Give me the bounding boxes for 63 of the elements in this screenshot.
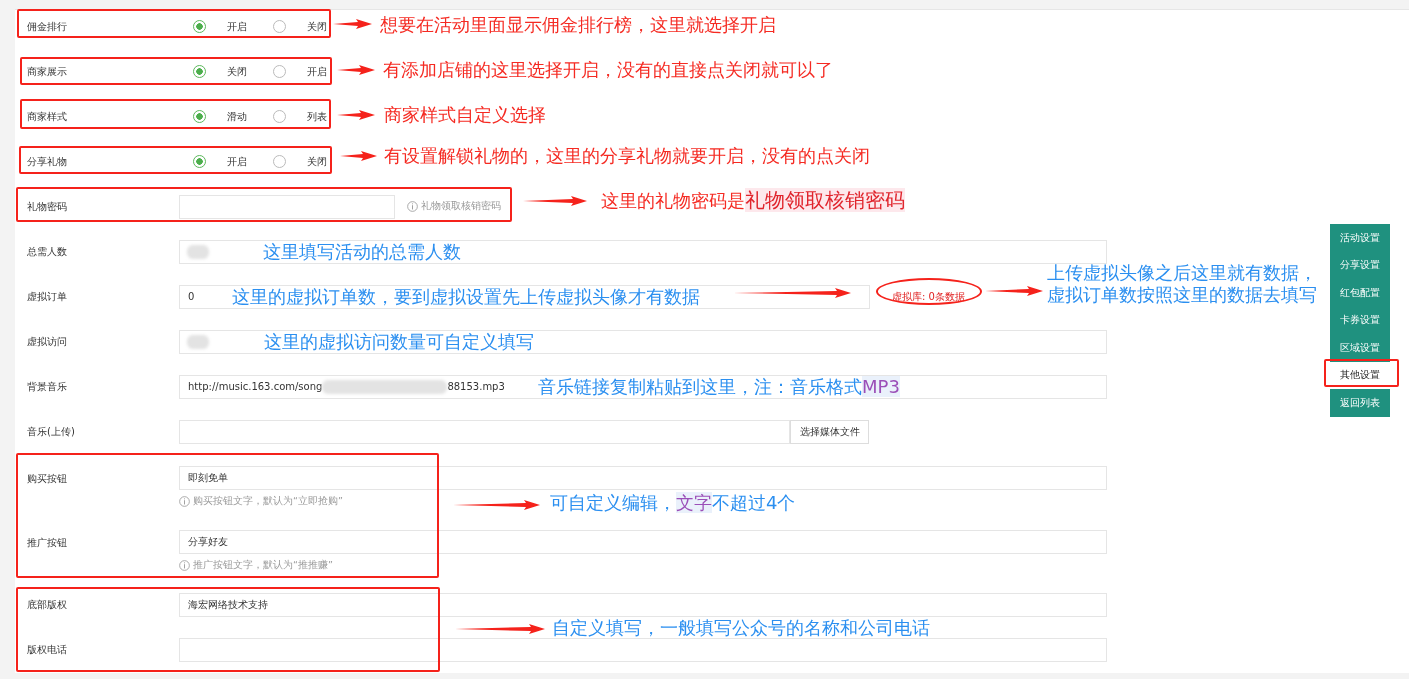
side-menu-item[interactable]: 分享设置 <box>1330 251 1390 279</box>
field-label: 佣金排行 <box>26 19 68 34</box>
count-text: 虚拟库: 0条数据 <box>892 289 965 304</box>
annotation-text: 自定义填写，一般填写公众号的名称和公司电话 <box>552 617 930 639</box>
annotation-text: 可自定义编辑，文字不超过4个 <box>550 492 796 514</box>
field-label: 音乐(上传) <box>26 424 76 439</box>
hint-text: 推广按钮文字，默认为“推推赚” <box>193 559 333 572</box>
field-label: 商家展示 <box>26 64 68 79</box>
side-menu-item[interactable]: 红包配置 <box>1330 279 1390 307</box>
blur-mask <box>187 244 209 259</box>
field-label: 推广按钮 <box>26 536 68 550</box>
annotation-text: 这里的虚拟访问数量可自定义填写 <box>264 330 534 353</box>
radio-label[interactable]: 关闭 <box>227 64 247 79</box>
radio-label[interactable]: 开启 <box>227 19 247 34</box>
field-label: 购买按钮 <box>26 472 68 486</box>
info-icon <box>179 560 190 571</box>
info-icon <box>407 201 418 212</box>
side-menu-item[interactable]: 区域设置 <box>1330 334 1390 362</box>
input-field[interactable]: 分享好友 <box>179 530 1107 554</box>
radio-label[interactable]: 关闭 <box>307 154 327 169</box>
side-menu-item[interactable]: 卡券设置 <box>1330 306 1390 334</box>
choose-file-button[interactable]: 选择媒体文件 <box>790 419 869 444</box>
annotation-text: 有添加店铺的这里选择开启，没有的直接点关闭就可以了 <box>383 59 833 81</box>
radio-label[interactable]: 滑动 <box>227 109 247 124</box>
info-icon <box>179 496 190 507</box>
field-label: 底部版权 <box>26 597 68 612</box>
side-menu-item[interactable]: 其他设置 <box>1330 361 1390 389</box>
annotation-text: 想要在活动里面显示佣金排行榜，这里就选择开启 <box>380 14 776 36</box>
radio-label[interactable]: 开启 <box>307 64 327 79</box>
radio-button[interactable] <box>193 110 206 123</box>
input-field[interactable]: 即刻免单 <box>179 466 1107 490</box>
field-label: 总需人数 <box>26 244 68 259</box>
radio-button[interactable] <box>193 20 206 33</box>
blur-mask <box>187 334 209 349</box>
hint-text: 购买按钮文字，默认为“立即抢购” <box>193 495 343 508</box>
field-label: 商家样式 <box>26 109 68 124</box>
input-field[interactable] <box>179 419 790 444</box>
input-field[interactable]: http://music.163.com/song 88153.mp3 音乐链接复制粘贴到这里，注：音乐格式MP3 <box>179 374 1107 399</box>
field-label: 虚拟访问 <box>26 334 68 349</box>
radio-label[interactable]: 关闭 <box>307 19 327 34</box>
field-label: 虚拟订单 <box>26 289 68 304</box>
radio-label[interactable]: 列表 <box>307 109 327 124</box>
input-field[interactable]: 0 这里的虚拟订单数，要到虚拟设置先上传虚拟头像才有数据 <box>179 284 870 309</box>
side-menu-item[interactable]: 活动设置 <box>1330 224 1390 252</box>
radio-label[interactable]: 开启 <box>227 154 247 169</box>
input-field[interactable] <box>179 194 395 219</box>
side-menu-item[interactable]: 返回列表 <box>1330 389 1390 417</box>
annotation-text: 这里的礼物密码是礼物领取核销密码 <box>601 189 905 212</box>
field-label: 背景音乐 <box>26 379 68 394</box>
annotation-text: 有设置解锁礼物的，这里的分享礼物就要开启，没有的点关闭 <box>384 145 870 167</box>
input-field[interactable] <box>179 637 1107 662</box>
annotation-text: 商家样式自定义选择 <box>384 104 546 126</box>
annotation-text: 音乐链接复制粘贴到这里，注：音乐格式MP3 <box>538 375 900 398</box>
field-label: 分享礼物 <box>26 154 68 169</box>
field-label: 版权电话 <box>26 642 68 657</box>
field-label: 礼物密码 <box>26 199 68 214</box>
input-field[interactable]: 海宏网络技术支持 <box>179 592 1107 617</box>
annotation-text: 这里填写活动的总需人数 <box>263 240 461 263</box>
radio-button[interactable] <box>193 155 206 168</box>
hint-text: 礼物领取核销密码 <box>421 200 501 213</box>
radio-button[interactable] <box>193 65 206 78</box>
annotation-text: 这里的虚拟订单数，要到虚拟设置先上传虚拟头像才有数据 <box>232 285 700 308</box>
annotation-text: 上传虚拟头像之后这里就有数据，虚拟订单数按照这里的数据去填写 <box>1047 262 1318 306</box>
